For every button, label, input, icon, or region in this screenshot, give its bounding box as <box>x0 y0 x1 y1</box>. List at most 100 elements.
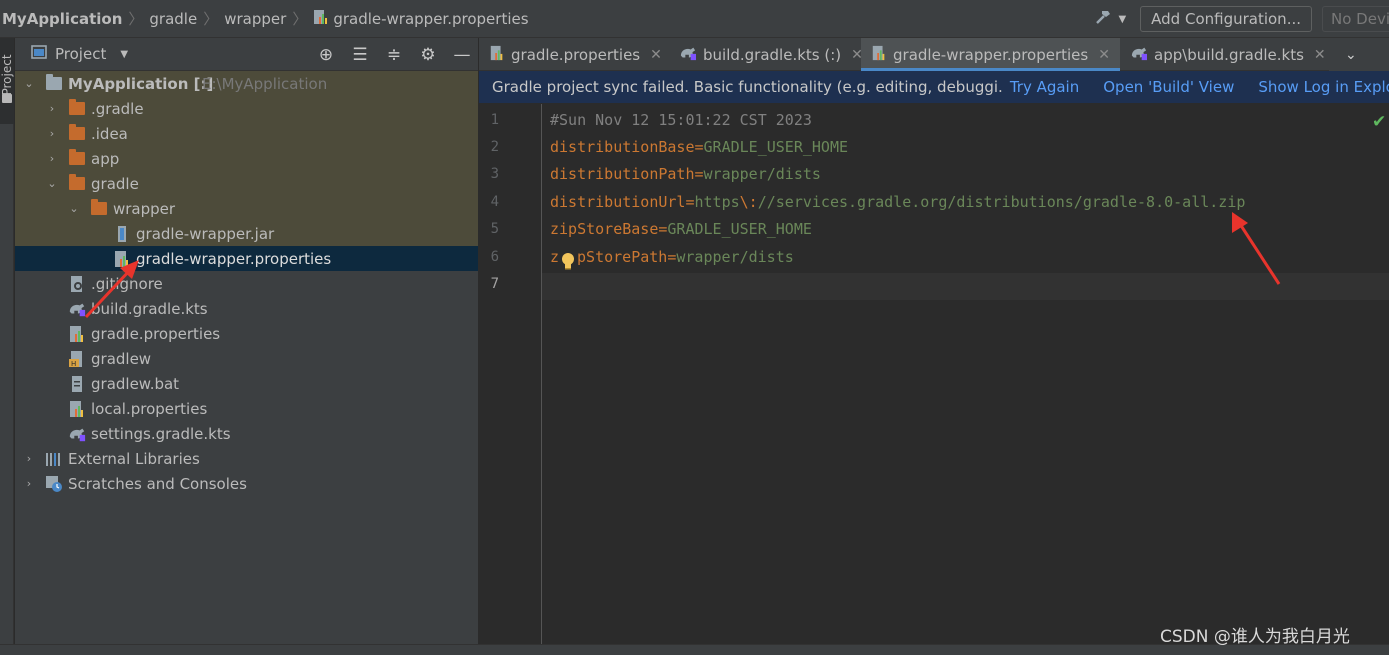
breadcrumb-separator-icon: 〉 <box>292 10 308 28</box>
tree-item-dot-gradle[interactable]: › .gradle <box>15 96 478 121</box>
chevron-down-icon: ▼ <box>1118 13 1127 25</box>
tree-item-label: app <box>91 149 120 168</box>
tree-item-external-libraries[interactable]: › External Libraries <box>15 446 478 471</box>
tab-overflow-button[interactable]: ⌄ <box>1329 38 1389 71</box>
no-problems-check-icon[interactable]: ✔ <box>1372 112 1386 132</box>
tree-item-gradle-properties[interactable]: gradle.properties <box>15 321 478 346</box>
show-log-link[interactable]: Show Log in Explorer <box>1258 78 1389 96</box>
breadcrumb: MyApplication 〉 gradle 〉 wrapper 〉 gradl… <box>0 0 529 37</box>
folder-icon <box>2 94 12 103</box>
tree-item-gitignore[interactable]: .gitignore <box>15 271 478 296</box>
tree-item-label: gradlew <box>91 349 152 368</box>
sync-failed-banner: Gradle project sync failed. Basic functi… <box>479 71 1389 103</box>
tree-item-label: local.properties <box>91 399 208 418</box>
open-build-view-link[interactable]: Open 'Build' View <box>1103 78 1234 96</box>
tree-item-settings-gradle-kts[interactable]: settings.gradle.kts <box>15 421 478 446</box>
project-folder-icon <box>45 74 63 93</box>
chevron-down-icon: ▼ <box>120 48 129 60</box>
try-again-link[interactable]: Try Again <box>1010 78 1079 96</box>
breadcrumb-file[interactable]: gradle-wrapper.properties <box>333 10 528 28</box>
tree-item-label: .gradle <box>91 99 144 118</box>
code-key: distributionBase <box>550 138 695 156</box>
breadcrumb-wrapper[interactable]: wrapper <box>224 10 286 28</box>
hide-panel-icon[interactable]: — <box>452 45 472 65</box>
tree-item-gradle-wrapper-properties[interactable]: gradle-wrapper.properties <box>15 246 478 271</box>
code-value: //services.gradle.org/distributions/grad… <box>757 193 1246 211</box>
code-equals: = <box>694 165 704 183</box>
tree-item-wrapper[interactable]: ⌄ wrapper <box>15 196 478 221</box>
tab-gradle-properties[interactable]: gradle.properties ✕ <box>479 38 669 71</box>
add-configuration-button[interactable]: Add Configuration... <box>1140 6 1312 32</box>
tree-item-gradle[interactable]: ⌄ gradle <box>15 171 478 196</box>
project-view-selector[interactable]: Project ▼ <box>31 45 128 63</box>
tab-label: gradle.properties <box>511 45 641 64</box>
gear-icon[interactable]: ⚙ <box>418 45 438 65</box>
tree-item-scratches[interactable]: › Scratches and Consoles <box>15 471 478 496</box>
text-file-icon <box>68 375 86 393</box>
project-view-icon <box>31 45 47 63</box>
chevron-right-icon[interactable]: › <box>46 152 58 165</box>
svg-text:H: H <box>71 360 76 368</box>
banner-message: Gradle project sync failed. Basic functi… <box>492 78 1003 96</box>
close-icon[interactable]: ✕ <box>1314 47 1326 63</box>
tree-item-gradlew-bat[interactable]: gradlew.bat <box>15 371 478 396</box>
close-icon[interactable]: ✕ <box>650 47 662 63</box>
gradle-kotlin-file-icon <box>68 300 86 318</box>
tree-item-label: wrapper <box>113 199 176 218</box>
code-comment: #Sun Nov 12 15:01:22 CST 2023 <box>550 111 812 129</box>
chevron-right-icon[interactable]: › <box>23 477 35 490</box>
breadcrumb-gradle[interactable]: gradle <box>149 10 197 28</box>
properties-file-icon <box>489 45 505 65</box>
tree-item-label: settings.gradle.kts <box>91 424 231 443</box>
tree-item-label: build.gradle.kts <box>91 299 208 318</box>
tree-item-myapplication[interactable]: ⌄ MyApplication [:] E:\MyApplication <box>15 71 478 96</box>
tab-gradle-wrapper-properties[interactable]: gradle-wrapper.properties ✕ <box>861 38 1120 71</box>
code-value: wrapper/dists <box>703 165 821 183</box>
chevron-right-icon[interactable]: › <box>23 452 35 465</box>
code-editor[interactable]: 1 2 3 4 5 6 7 #Sun Nov 12 15:01:22 CST 2… <box>479 104 1389 655</box>
breadcrumb-separator-icon: 〉 <box>128 10 144 28</box>
chevron-down-icon[interactable]: ⌄ <box>46 177 58 190</box>
navigation-bar: MyApplication 〉 gradle 〉 wrapper 〉 gradl… <box>0 0 1389 38</box>
chevron-down-icon[interactable]: ⌄ <box>23 77 35 90</box>
tree-item-label: gradle <box>91 174 139 193</box>
properties-file-icon <box>113 250 131 268</box>
breadcrumb-project[interactable]: MyApplication <box>2 10 122 28</box>
tree-item-gradlew[interactable]: H gradlew <box>15 346 478 371</box>
collapse-all-icon[interactable]: ≑ <box>384 45 404 65</box>
tree-item-local-properties[interactable]: local.properties <box>15 396 478 421</box>
properties-file-icon <box>313 9 329 29</box>
line-number: 5 <box>490 221 499 237</box>
hammer-icon <box>1094 8 1112 30</box>
chevron-down-icon: ⌄ <box>1345 46 1357 63</box>
lightbulb-icon[interactable] <box>561 252 575 270</box>
tree-item-build-gradle-kts[interactable]: build.gradle.kts <box>15 296 478 321</box>
device-selector[interactable]: No Devices <box>1322 6 1389 32</box>
locate-target-icon[interactable]: ⊕ <box>316 45 336 65</box>
code-line-4: distributionUrl=https\://services.gradle… <box>550 193 1245 211</box>
chevron-right-icon[interactable]: › <box>46 102 58 115</box>
code-line-1: #Sun Nov 12 15:01:22 CST 2023 <box>550 111 812 129</box>
build-hammer-button[interactable]: ▼ <box>1094 8 1126 30</box>
chevron-down-icon[interactable]: ⌄ <box>68 202 80 215</box>
project-tool-window-tab[interactable]: Project <box>0 38 14 124</box>
chevron-right-icon[interactable]: › <box>46 127 58 140</box>
tree-item-label: Scratches and Consoles <box>68 474 247 493</box>
close-icon[interactable]: ✕ <box>1098 47 1110 63</box>
project-panel-header: Project ▼ ⊕ ☰ ≑ ⚙ — <box>15 38 478 71</box>
expand-all-icon[interactable]: ☰ <box>350 45 370 65</box>
properties-file-icon <box>68 325 86 343</box>
tab-app-build-gradle-kts[interactable]: app\build.gradle.kts ✕ <box>1120 38 1326 71</box>
editor-area: gradle.properties ✕ build.gradle.kts (:)… <box>479 38 1389 655</box>
tree-item-gradle-wrapper-jar[interactable]: gradle-wrapper.jar <box>15 221 478 246</box>
code-escape: \: <box>739 193 758 211</box>
jar-file-icon <box>113 225 131 243</box>
line-number-gutter <box>479 104 542 655</box>
gitignore-file-icon <box>68 275 86 293</box>
code-equals: = <box>694 138 704 156</box>
tree-item-dot-idea[interactable]: › .idea <box>15 121 478 146</box>
tree-item-app[interactable]: › app <box>15 146 478 171</box>
tab-build-gradle-kts[interactable]: build.gradle.kts (:) ✕ <box>669 38 863 71</box>
tree-item-label: MyApplication [:] <box>68 74 214 93</box>
code-line-2: distributionBase=GRADLE_USER_HOME <box>550 138 848 156</box>
